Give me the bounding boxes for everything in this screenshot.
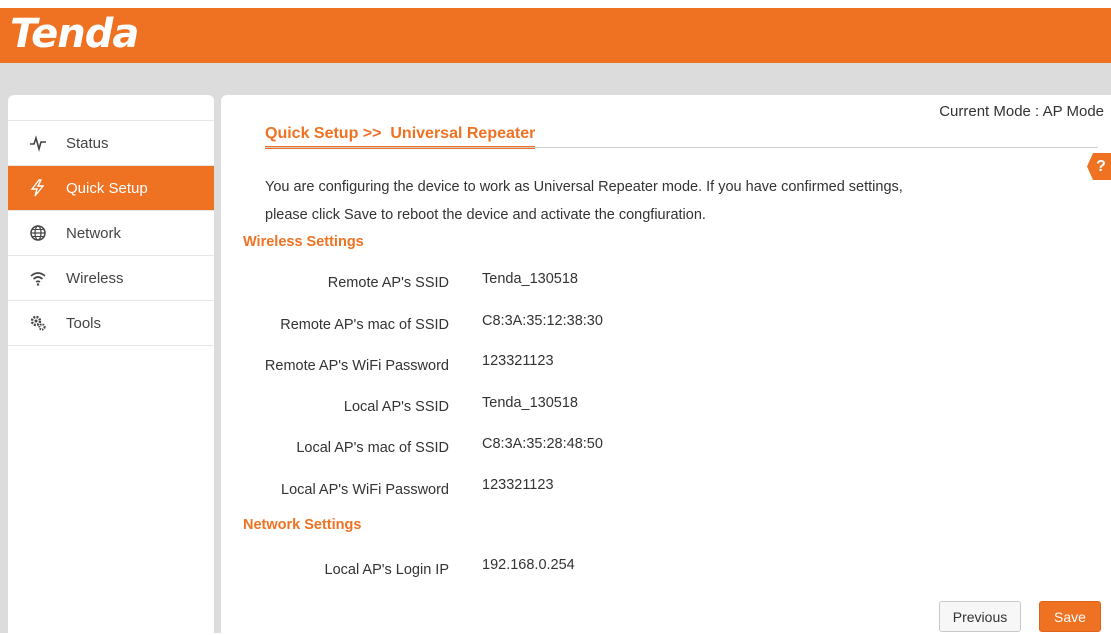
sidebar-item-label: Status [66,134,109,152]
help-icon[interactable]: ? [1087,153,1111,180]
local-mac-label: Local AP's mac of SSID [296,440,449,456]
main-panel: Current Mode : AP Mode Quick Setup >> Un… [221,95,1111,635]
network-settings-heading: Network Settings [243,517,362,533]
local-ssid-value: Tenda_130518 [482,395,578,411]
description-line-2: please click Save to reboot the device a… [265,207,706,223]
save-button[interactable]: Save [1039,601,1101,632]
breadcrumb: Quick Setup >> Universal Repeater [265,125,536,149]
top-header-bar: Tenda [0,8,1111,63]
login-ip-value: 192.168.0.254 [482,557,575,573]
local-password-value: 123321123 [482,477,554,493]
sidebar-item-wireless[interactable]: Wireless [8,255,214,300]
description-line-1: You are configuring the device to work a… [265,179,903,195]
sub-header-bar [0,63,1111,95]
local-password-label: Local AP's WiFi Password [281,482,449,498]
remote-ssid-value: Tenda_130518 [482,271,578,287]
login-ip-label: Local AP's Login IP [324,562,450,578]
globe-icon [29,224,47,242]
pulse-icon [29,134,47,152]
remote-mac-value: C8:3A:35:12:38:30 [482,313,603,329]
sidebar-item-status[interactable]: Status [8,120,214,165]
lightning-icon [29,179,47,197]
wireless-settings-heading: Wireless Settings [243,234,364,250]
wifi-icon [29,269,47,287]
page-description: You are configuring the device to work a… [265,173,903,229]
local-mac-value: C8:3A:35:28:48:50 [482,436,603,452]
sidebar-item-label: Wireless [66,269,124,287]
remote-password-label: Remote AP's WiFi Password [264,358,449,374]
remote-mac-label: Remote AP's mac of SSID [280,317,449,333]
previous-button[interactable]: Previous [939,601,1021,632]
sidebar-item-network[interactable]: Network [8,210,214,255]
sidebar-item-label: Quick Setup [66,179,148,197]
sidebar-nav: Status Quick Setup Network Wireless Tool… [8,120,214,346]
local-ssid-label: Local AP's SSID [343,399,449,415]
remote-password-value: 123321123 [482,353,554,369]
sidebar-item-tools[interactable]: Tools [8,300,214,346]
sidebar-item-label: Tools [66,314,102,332]
tenda-logo: Tenda [10,11,139,57]
gears-icon [29,314,47,332]
sidebar: Status Quick Setup Network Wireless Tool… [8,95,214,635]
sidebar-item-label: Network [66,224,122,242]
sidebar-item-quick-setup[interactable]: Quick Setup [8,165,214,210]
current-mode-label: Current Mode : AP Mode [939,103,1104,120]
remote-ssid-label: Remote AP's SSID [327,275,449,291]
breadcrumb-divider [265,147,1098,148]
